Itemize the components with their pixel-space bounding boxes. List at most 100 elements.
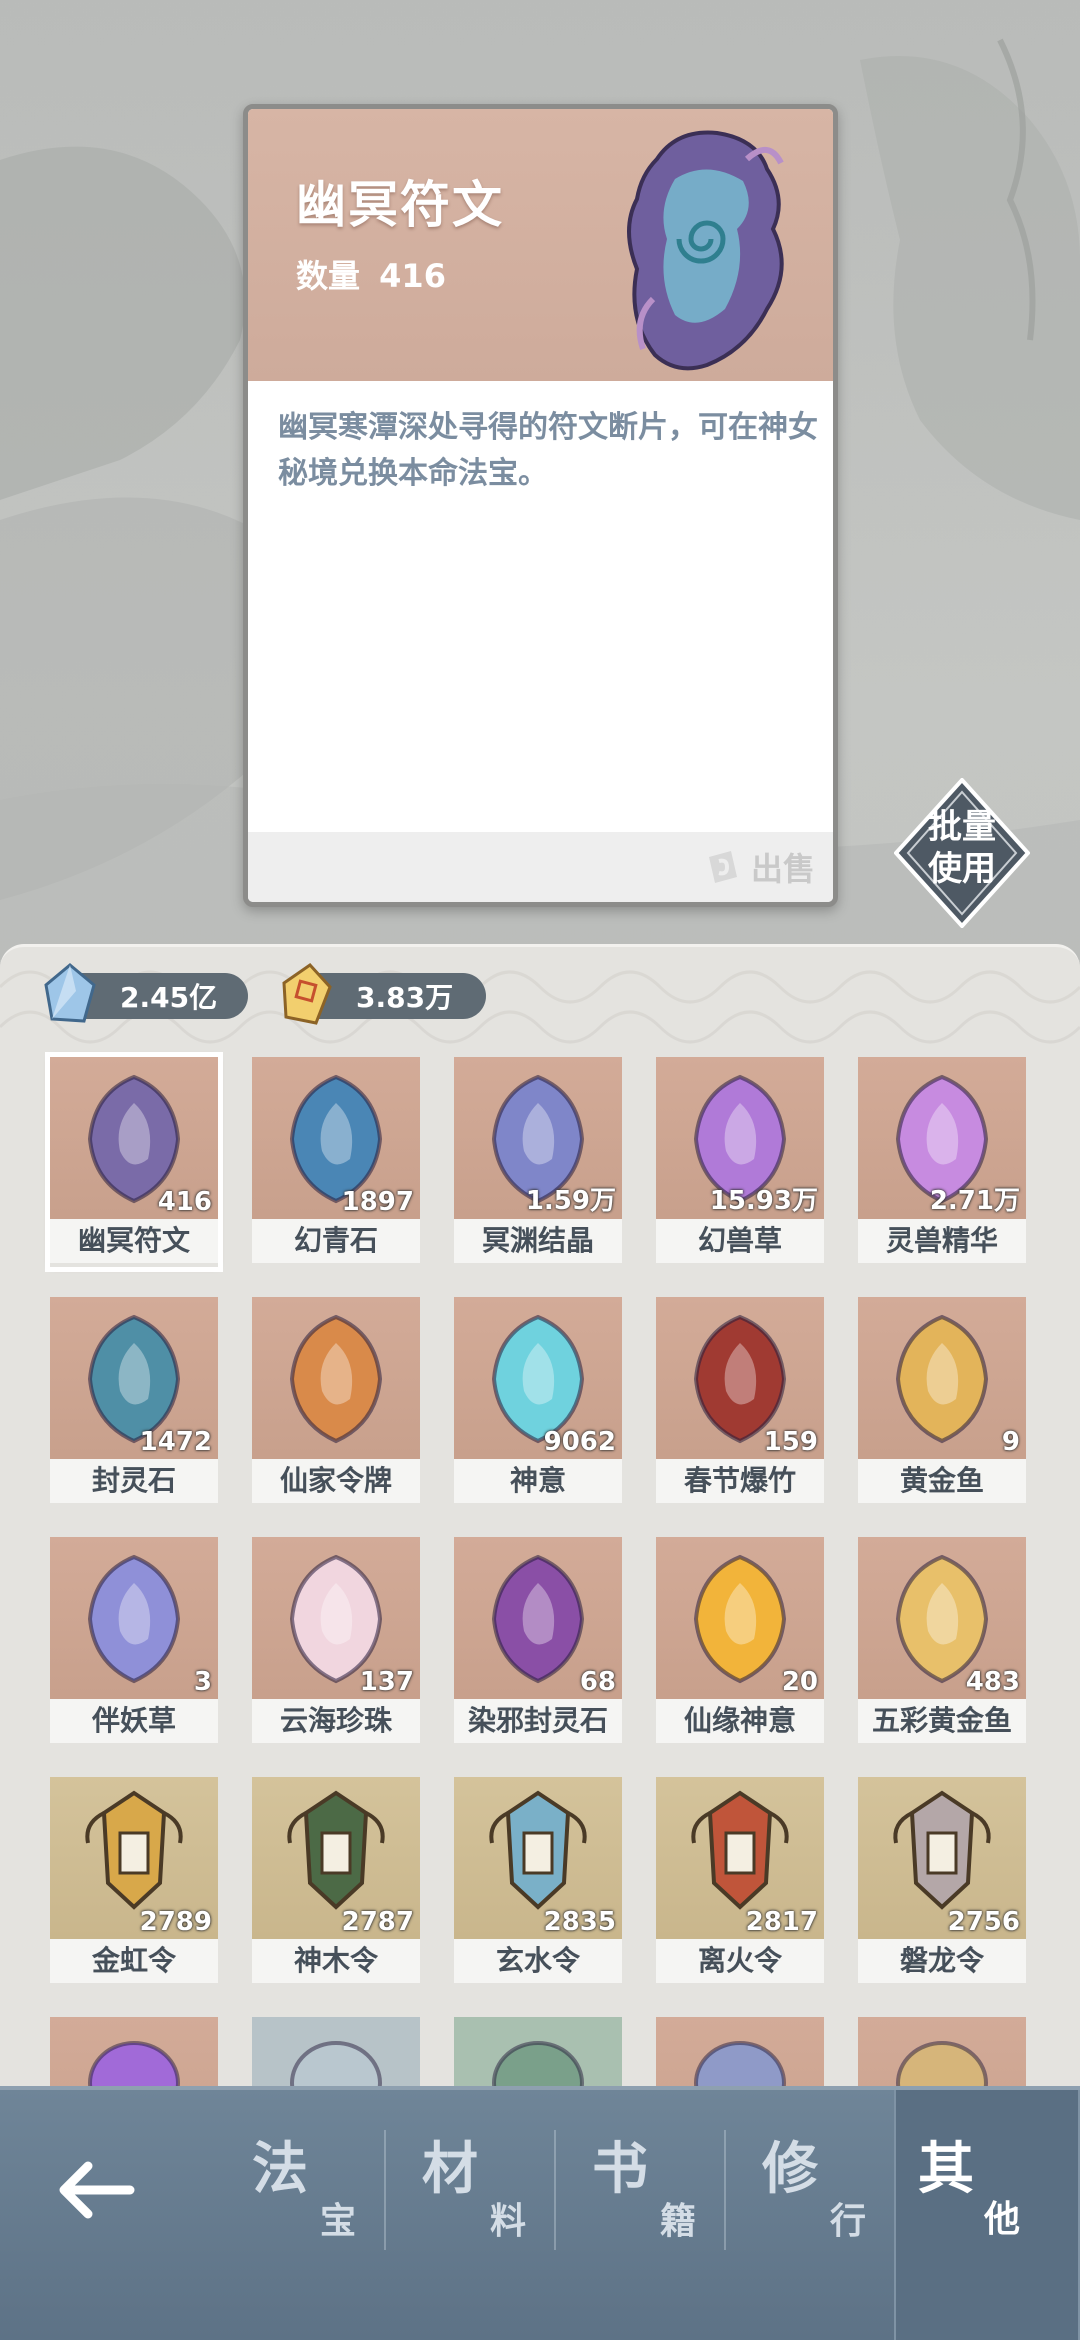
- item-label: 玄水令: [454, 1939, 622, 1983]
- item-thumbnail: 15.93万: [656, 1057, 824, 1219]
- fairy-token-icon: [289, 1314, 383, 1444]
- tab-sub-char: 料: [490, 2201, 527, 2242]
- quantity-label: 数量: [296, 257, 361, 295]
- currency-gold-crystal: 3.83万: [282, 963, 486, 1025]
- tab-2[interactable]: 材料: [402, 2116, 562, 2266]
- tab-sub-char: 宝: [320, 2201, 357, 2242]
- currency-blue-crystal: 2.45亿: [44, 963, 248, 1023]
- batch-use-line2: 使用: [928, 849, 996, 889]
- sell-label: 出售: [750, 850, 815, 888]
- item-count: 15.93万: [709, 1186, 818, 1216]
- item-label: 金虹令: [50, 1939, 218, 1983]
- item-label: 离火令: [656, 1939, 824, 1983]
- inventory-item[interactable]: 2789 金虹令: [50, 1777, 218, 1987]
- inventory-item[interactable]: 15.93万 幻兽草: [656, 1057, 824, 1267]
- item-thumbnail: 159: [656, 1297, 824, 1459]
- item-count: 1.59万: [525, 1186, 616, 1216]
- gold-crystal-icon: [282, 963, 332, 1025]
- item-thumbnail: 2756: [858, 1777, 1026, 1939]
- inventory-item[interactable]: 2835 玄水令: [454, 1777, 622, 1987]
- item-count: 137: [359, 1667, 414, 1697]
- tab-5[interactable]: 其他: [894, 2090, 1080, 2340]
- batch-use-button[interactable]: 批量 使用: [894, 778, 1030, 928]
- item-thumbnail: 20: [656, 1537, 824, 1699]
- item-count: 9: [1001, 1427, 1020, 1457]
- inventory-item[interactable]: 20 仙缘神意: [656, 1537, 824, 1747]
- item-thumbnail: 3: [50, 1537, 218, 1699]
- item-count: 1472: [139, 1427, 212, 1457]
- inventory-item[interactable]: 416 幽冥符文: [45, 1052, 223, 1272]
- inventory-item[interactable]: 159 春节爆竹: [656, 1297, 824, 1507]
- tab-main-char: 法: [252, 2137, 308, 2202]
- item-count: 483: [965, 1667, 1020, 1697]
- item-count: 2787: [341, 1907, 414, 1937]
- inventory-item[interactable]: 2756 磐龙令: [858, 1777, 1026, 1987]
- inventory-item[interactable]: 2787 神木令: [252, 1777, 420, 1987]
- inventory-item[interactable]: 1897 幻青石: [252, 1057, 420, 1267]
- tab-4[interactable]: 修行: [742, 2116, 902, 2266]
- item-label: 幽冥符文: [50, 1219, 218, 1263]
- item-thumbnail: 483: [858, 1537, 1026, 1699]
- item-label: 仙缘神意: [656, 1699, 824, 1743]
- golden-fish-icon: [895, 1314, 989, 1444]
- item-label: 伴妖草: [50, 1699, 218, 1743]
- item-label: 仙家令牌: [252, 1459, 420, 1503]
- tab-main-char: 材: [422, 2137, 478, 2202]
- item-label: 春节爆竹: [656, 1459, 824, 1503]
- inventory-item[interactable]: 9 黄金鱼: [858, 1297, 1026, 1507]
- sell-icon: [708, 851, 737, 883]
- quantity-value: 416: [379, 257, 446, 295]
- tab-sub-char: 行: [830, 2201, 867, 2242]
- inventory-item[interactable]: 2.71万 灵兽精华: [858, 1057, 1026, 1267]
- item-label: 神木令: [252, 1939, 420, 1983]
- tab-sub-char: 籍: [660, 2201, 697, 2242]
- tab-sub-char: 他: [984, 2199, 1021, 2240]
- item-thumbnail: 137: [252, 1537, 420, 1699]
- sell-button[interactable]: 出售: [703, 842, 815, 892]
- inventory-item[interactable]: 137 云海珍珠: [252, 1537, 420, 1747]
- tab-divider: [724, 2130, 726, 2250]
- item-count: 159: [763, 1427, 818, 1457]
- item-thumbnail: 416: [50, 1057, 218, 1219]
- item-label: 五彩黄金鱼: [858, 1699, 1026, 1743]
- back-arrow-icon[interactable]: [52, 2150, 142, 2230]
- tab-divider: [384, 2130, 386, 2250]
- item-thumbnail: 9: [858, 1297, 1026, 1459]
- tab-1[interactable]: 法宝: [232, 2116, 392, 2266]
- inventory-item[interactable]: 1472 封灵石: [50, 1297, 218, 1507]
- item-count: 2835: [543, 1907, 616, 1937]
- blue-herb-icon: [87, 1554, 181, 1684]
- currency-blue-value: 2.45亿: [120, 981, 218, 1014]
- item-count: 416: [157, 1187, 212, 1217]
- item-thumbnail: [252, 1297, 420, 1459]
- tab-3[interactable]: 书籍: [572, 2116, 732, 2266]
- inventory-item[interactable]: 1.59万 冥渊结晶: [454, 1057, 622, 1267]
- blue-crystal-icon: [44, 963, 96, 1023]
- tab-divider: [554, 2130, 556, 2250]
- inventory-item[interactable]: 3 伴妖草: [50, 1537, 218, 1747]
- item-count: 1897: [341, 1187, 414, 1217]
- currency-gold-value: 3.83万: [356, 981, 454, 1014]
- inventory-item[interactable]: 9062 神意: [454, 1297, 622, 1507]
- item-count: 68: [579, 1667, 616, 1697]
- tab-main-char: 书: [592, 2137, 648, 2202]
- item-count: 2789: [139, 1907, 212, 1937]
- item-thumbnail: 68: [454, 1537, 622, 1699]
- inventory-item[interactable]: 483 五彩黄金鱼: [858, 1537, 1026, 1747]
- item-thumbnail: 2789: [50, 1777, 218, 1939]
- detail-title: 幽冥符文: [296, 176, 504, 234]
- inventory-item[interactable]: 仙家令牌: [252, 1297, 420, 1507]
- item-thumbnail: 2835: [454, 1777, 622, 1939]
- inventory-item[interactable]: 68 染邪封灵石: [454, 1537, 622, 1747]
- tab-main-char: 修: [762, 2137, 818, 2202]
- bottom-nav: 法宝材料书籍修行其他: [0, 2086, 1080, 2340]
- item-count: 3: [193, 1667, 212, 1697]
- item-label: 黄金鱼: [858, 1459, 1026, 1503]
- item-thumbnail: 9062: [454, 1297, 622, 1459]
- item-label: 染邪封灵石: [454, 1699, 622, 1743]
- item-count: 20: [781, 1667, 818, 1697]
- detail-header: 幽冥符文 数量 416: [248, 109, 833, 381]
- inventory-item[interactable]: 2817 离火令: [656, 1777, 824, 1987]
- item-thumbnail: 1472: [50, 1297, 218, 1459]
- detail-description: 幽冥寒潭深处寻得的符文断片，可在神女秘境兑换本命法宝。: [278, 410, 818, 491]
